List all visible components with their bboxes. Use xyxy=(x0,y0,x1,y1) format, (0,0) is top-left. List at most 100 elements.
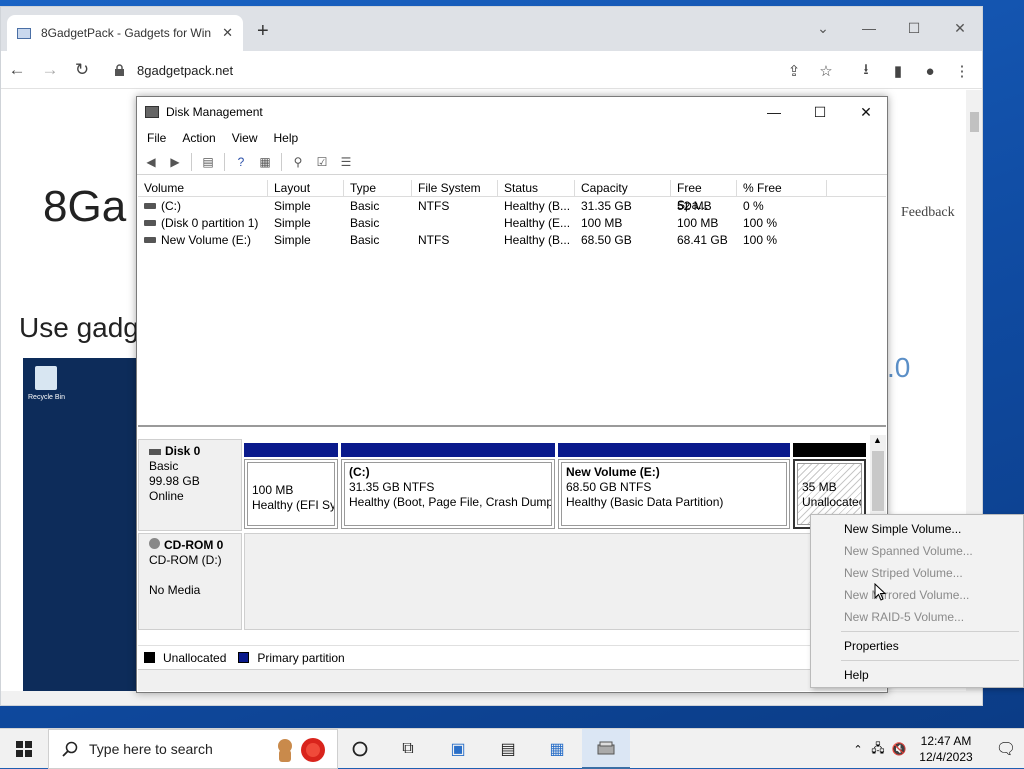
back-arrow-icon[interactable]: ◀ xyxy=(141,153,161,171)
windows-logo-icon xyxy=(16,741,32,757)
connect-icon[interactable]: ⚲ xyxy=(288,153,308,171)
menu-new-mirrored-volume[interactable]: New Mirrored Volume... xyxy=(811,584,1023,606)
status-bar xyxy=(138,669,886,691)
partition-size: 35 MB xyxy=(802,480,837,494)
version-text: .0 xyxy=(887,352,911,383)
maximize-button[interactable]: ☐ xyxy=(892,13,936,43)
disk0-size: 99.98 GB xyxy=(149,474,200,488)
status-cell: Healthy (B... xyxy=(504,198,571,213)
close-tab-icon[interactable]: ✕ xyxy=(222,25,233,41)
menu-kebab-icon[interactable]: ⋮ xyxy=(951,60,973,82)
task-view-icon[interactable]: ⧉ xyxy=(384,729,432,769)
partition-bar-c xyxy=(341,443,555,457)
help-icon[interactable]: ? xyxy=(231,153,251,171)
side-panel-icon[interactable]: ▮ xyxy=(887,60,909,82)
dm-minimize-button[interactable]: — xyxy=(751,97,797,127)
tray-expand-icon[interactable]: ⌃ xyxy=(848,743,868,756)
volume-name: New Volume (E:) xyxy=(161,232,252,247)
partition-status: Unallocatec xyxy=(802,495,862,509)
clock[interactable]: 12:47 AM 12/4/2023 xyxy=(910,733,982,765)
minimize-button[interactable]: — xyxy=(847,13,891,43)
scroll-thumb[interactable] xyxy=(970,112,979,132)
tab-search-icon[interactable]: ⌄ xyxy=(801,13,845,43)
table-row[interactable]: (C:) Simple Basic NTFS Healthy (B... 31.… xyxy=(138,197,886,214)
search-placeholder: Type here to search xyxy=(89,741,213,757)
taskbar-search[interactable]: Type here to search xyxy=(48,729,338,769)
scroll-up-arrow-icon[interactable]: ▲ xyxy=(873,435,882,445)
menu-help-item[interactable]: Help xyxy=(811,664,1023,686)
partition-bar-e xyxy=(558,443,790,457)
system-tray: ⌃ 🖧 🔇 12:47 AM 12/4/2023 🗨 xyxy=(848,729,1024,769)
show-hide-console-tree-icon[interactable]: ▤ xyxy=(198,153,218,171)
menu-properties[interactable]: Properties xyxy=(811,635,1023,657)
cdrom-label[interactable]: CD-ROM 0 CD-ROM (D:) No Media xyxy=(138,533,242,630)
partition-e[interactable]: New Volume (E:) 68.50 GB NTFS Healthy (B… xyxy=(558,459,790,529)
lock-icon xyxy=(109,63,129,77)
menu-new-spanned-volume[interactable]: New Spanned Volume... xyxy=(811,540,1023,562)
web-page-title: 8Ga xyxy=(43,182,127,231)
dm-close-button[interactable]: ✕ xyxy=(843,97,889,127)
capacity-cell: 31.35 GB xyxy=(581,198,632,213)
partition-size: 100 MB xyxy=(252,483,294,497)
col-capacity[interactable]: Capacity xyxy=(575,179,671,197)
bookmark-star-icon[interactable]: ☆ xyxy=(815,60,837,82)
menu-help[interactable]: Help xyxy=(266,131,307,145)
start-button[interactable] xyxy=(0,729,48,769)
legend-primary-label: Primary partition xyxy=(257,650,345,665)
reload-icon[interactable]: ↻ xyxy=(70,58,94,82)
col-volume[interactable]: Volume xyxy=(138,179,268,197)
col-percent-free[interactable]: % Free xyxy=(737,179,827,197)
volume-muted-icon[interactable]: 🔇 xyxy=(888,742,910,756)
col-layout[interactable]: Layout xyxy=(268,179,344,197)
feedback-link[interactable]: Feedback xyxy=(901,205,955,221)
volume-list: Volume Layout Type File System Status Ca… xyxy=(138,179,886,427)
profile-icon[interactable]: ● xyxy=(919,60,941,82)
menu-new-striped-volume[interactable]: New Striped Volume... xyxy=(811,562,1023,584)
new-tab-button[interactable]: + xyxy=(257,21,269,41)
checklist-icon[interactable]: ☑ xyxy=(312,153,332,171)
free-cell: 68.41 GB xyxy=(677,232,728,247)
col-status[interactable]: Status xyxy=(498,179,575,197)
desktop-preview-image: Recycle Bin xyxy=(23,358,141,698)
col-free-space[interactable]: Free Spa... xyxy=(671,179,737,212)
partition-c[interactable]: (C:) 31.35 GB NTFS Healthy (Boot, Page F… xyxy=(341,459,555,529)
download-icon[interactable]: ⭳ xyxy=(855,60,877,82)
network-icon[interactable]: 🖧 xyxy=(868,739,888,760)
horizontal-scrollbar[interactable] xyxy=(1,691,966,705)
col-type[interactable]: Type xyxy=(344,179,412,197)
cortana-icon[interactable] xyxy=(336,729,384,769)
forward-arrow-icon[interactable]: ▶ xyxy=(165,153,185,171)
table-row[interactable]: New Volume (E:) Simple Basic NTFS Health… xyxy=(138,231,886,248)
menu-new-raid5-volume[interactable]: New RAID-5 Volume... xyxy=(811,606,1023,628)
calendar-app-icon[interactable]: ▦ xyxy=(533,729,581,769)
scroll-thumb[interactable] xyxy=(872,451,884,511)
disk-management-taskbar-icon[interactable] xyxy=(582,729,630,769)
table-row[interactable]: (Disk 0 partition 1) Simple Basic Health… xyxy=(138,214,886,231)
menu-view[interactable]: View xyxy=(224,131,266,145)
partition-size: 31.35 GB NTFS xyxy=(349,480,435,494)
tab-title: 8GadgetPack - Gadgets for Win xyxy=(41,26,212,40)
col-file-system[interactable]: File System xyxy=(412,179,498,197)
dm-maximize-button[interactable]: ☐ xyxy=(797,97,843,127)
menu-new-simple-volume[interactable]: New Simple Volume... xyxy=(811,518,1023,540)
notification-icon[interactable]: 🗨 xyxy=(988,739,1024,759)
back-icon[interactable]: ← xyxy=(5,58,29,82)
free-cell: 100 MB xyxy=(677,215,719,230)
app-icon-1[interactable]: ▣ xyxy=(434,729,482,769)
address-bar[interactable]: 8gadgetpack.net xyxy=(105,56,845,84)
properties-icon[interactable]: ▦ xyxy=(255,153,275,171)
forward-icon[interactable]: → xyxy=(38,58,62,82)
disk0-label[interactable]: Disk 0 Basic 99.98 GB Online xyxy=(138,439,242,531)
cdrom-area xyxy=(244,533,869,630)
volume-list-header: Volume Layout Type File System Status Ca… xyxy=(138,179,886,212)
partition-efi[interactable]: 100 MB Healthy (EFI Sys xyxy=(244,459,338,529)
layout-cell: Simple xyxy=(274,232,311,247)
menu-action[interactable]: Action xyxy=(174,131,223,145)
menu-file[interactable]: File xyxy=(139,131,174,145)
settings-list-icon[interactable]: ☰ xyxy=(336,153,356,171)
percent-free-cell: 100 % xyxy=(743,215,778,230)
close-button[interactable]: ✕ xyxy=(938,13,982,43)
share-icon[interactable]: ⇪ xyxy=(783,60,805,82)
browser-tab[interactable]: 8GadgetPack - Gadgets for Win ✕ xyxy=(7,15,243,51)
app-icon-2[interactable]: ▤ xyxy=(484,729,532,769)
